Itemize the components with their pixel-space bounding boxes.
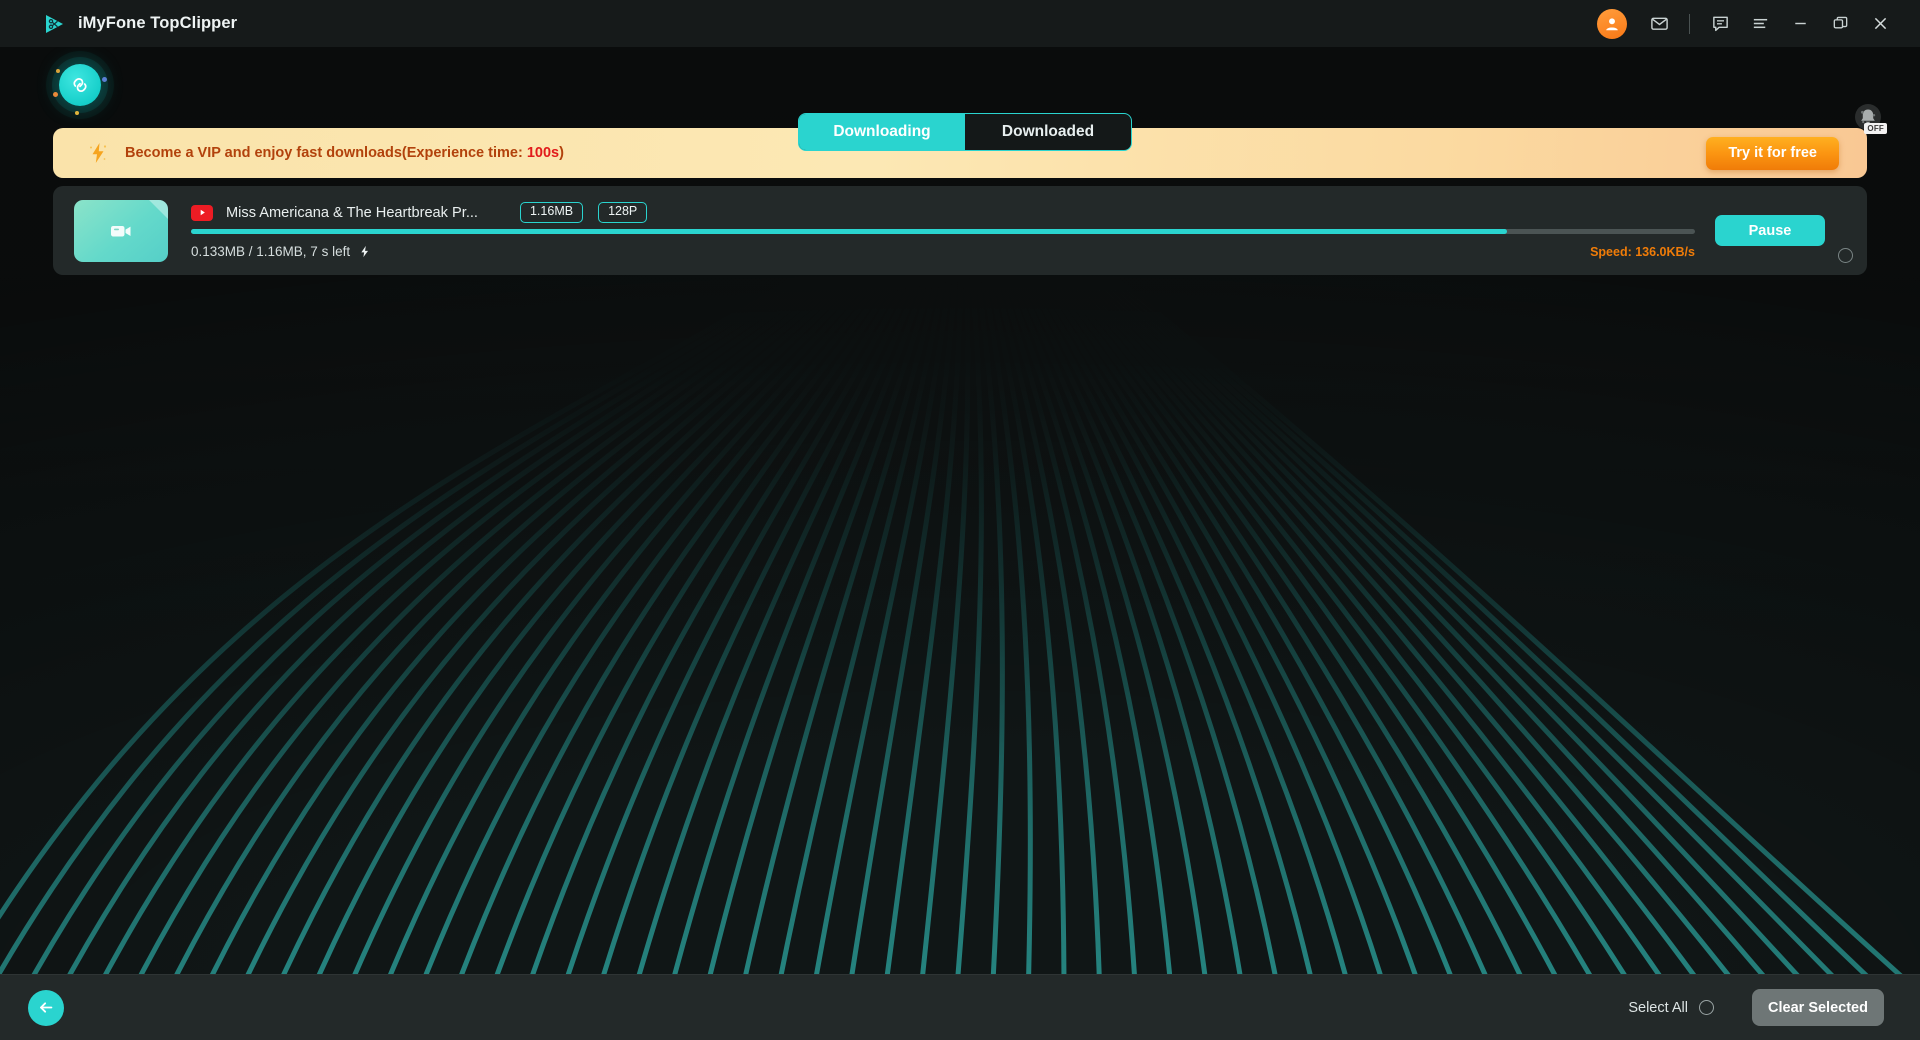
badge-quality: 128P [598,202,647,223]
bottom-bar-actions: Select All Clear Selected [1628,989,1884,1026]
lightning-bolt-icon [358,245,371,258]
thumbnail-fold-corner [149,200,168,219]
vip-text-prefix: Become a VIP and enjoy fast downloads(Ex… [125,145,527,161]
download-list: Miss Americana & The Heartbreak Pr... 1.… [53,186,1867,275]
download-item-body: Miss Americana & The Heartbreak Pr... 1.… [191,200,1695,262]
youtube-icon [191,205,213,221]
chain-link-icon [69,74,91,96]
arrow-left-icon [37,998,56,1017]
download-thumbnail [74,200,168,262]
lightning-bolt-icon [85,140,111,166]
badge-file-size: 1.16MB [520,202,583,223]
select-all-checkbox[interactable] [1699,1000,1714,1015]
hamburger-menu-icon [1751,14,1770,33]
minimize-icon [1791,14,1810,33]
orbit-dot-yellow [75,111,79,115]
bottom-bar: Select All Clear Selected [0,974,1920,1040]
orbit-dot-gold [56,69,60,73]
title-bar: iMyFone TopClipper [0,0,1920,47]
minimize-button[interactable] [1780,4,1820,44]
toolbar: Downloading Downloaded OFF [0,47,1920,122]
download-item-status-row: 0.133MB / 1.16MB, 7 s left Speed: 136.0K… [191,242,1695,262]
close-icon [1871,14,1890,33]
titlebar-divider [1689,14,1690,34]
paste-link-button[interactable] [59,64,101,106]
feedback-button[interactable] [1700,4,1740,44]
select-all-label: Select All [1628,1000,1688,1016]
clear-selected-button[interactable]: Clear Selected [1752,989,1884,1026]
mail-button[interactable] [1639,4,1679,44]
try-it-for-free-button[interactable]: Try it for free [1706,137,1839,170]
chat-bubble-icon [1711,14,1730,33]
back-button[interactable] [28,990,64,1026]
download-item[interactable]: Miss Americana & The Heartbreak Pr... 1.… [53,186,1867,275]
pause-button[interactable]: Pause [1715,215,1825,246]
notifications-button[interactable]: OFF [1846,95,1890,139]
orbit-dot-orange [53,92,58,97]
vip-text-suffix: ) [559,145,564,161]
user-avatar-button[interactable] [1597,9,1627,39]
paste-link-area [48,53,112,117]
close-button[interactable] [1860,4,1900,44]
menu-button[interactable] [1740,4,1780,44]
tab-downloaded[interactable]: Downloaded [965,114,1131,150]
envelope-icon [1650,14,1669,33]
window-controls [1597,4,1900,44]
download-title: Miss Americana & The Heartbreak Pr... [226,205,478,221]
vip-banner-text: Become a VIP and enjoy fast downloads(Ex… [125,145,564,161]
app-logo-icon [42,12,66,36]
download-tabs: Downloading Downloaded [798,113,1132,151]
download-progress-bar[interactable] [191,229,1695,234]
download-status-text: 0.133MB / 1.16MB, 7 s left [191,244,350,259]
download-progress-fill [191,229,1507,234]
download-item-checkbox[interactable] [1838,248,1853,263]
download-speed: Speed: 136.0KB/s [1590,245,1695,259]
user-avatar-icon [1603,15,1621,33]
vip-experience-time: 100s [527,145,559,161]
bell-off-badge: OFF [1864,123,1887,134]
app-window: iMyFone TopClipper [0,0,1920,1040]
app-title: iMyFone TopClipper [78,14,237,33]
tab-downloading[interactable]: Downloading [799,114,965,150]
maximize-button[interactable] [1820,4,1860,44]
restore-window-icon [1831,14,1850,33]
orbit-dot-blue [102,77,107,82]
video-camera-icon [106,216,136,246]
download-item-header: Miss Americana & The Heartbreak Pr... 1.… [191,202,1695,224]
